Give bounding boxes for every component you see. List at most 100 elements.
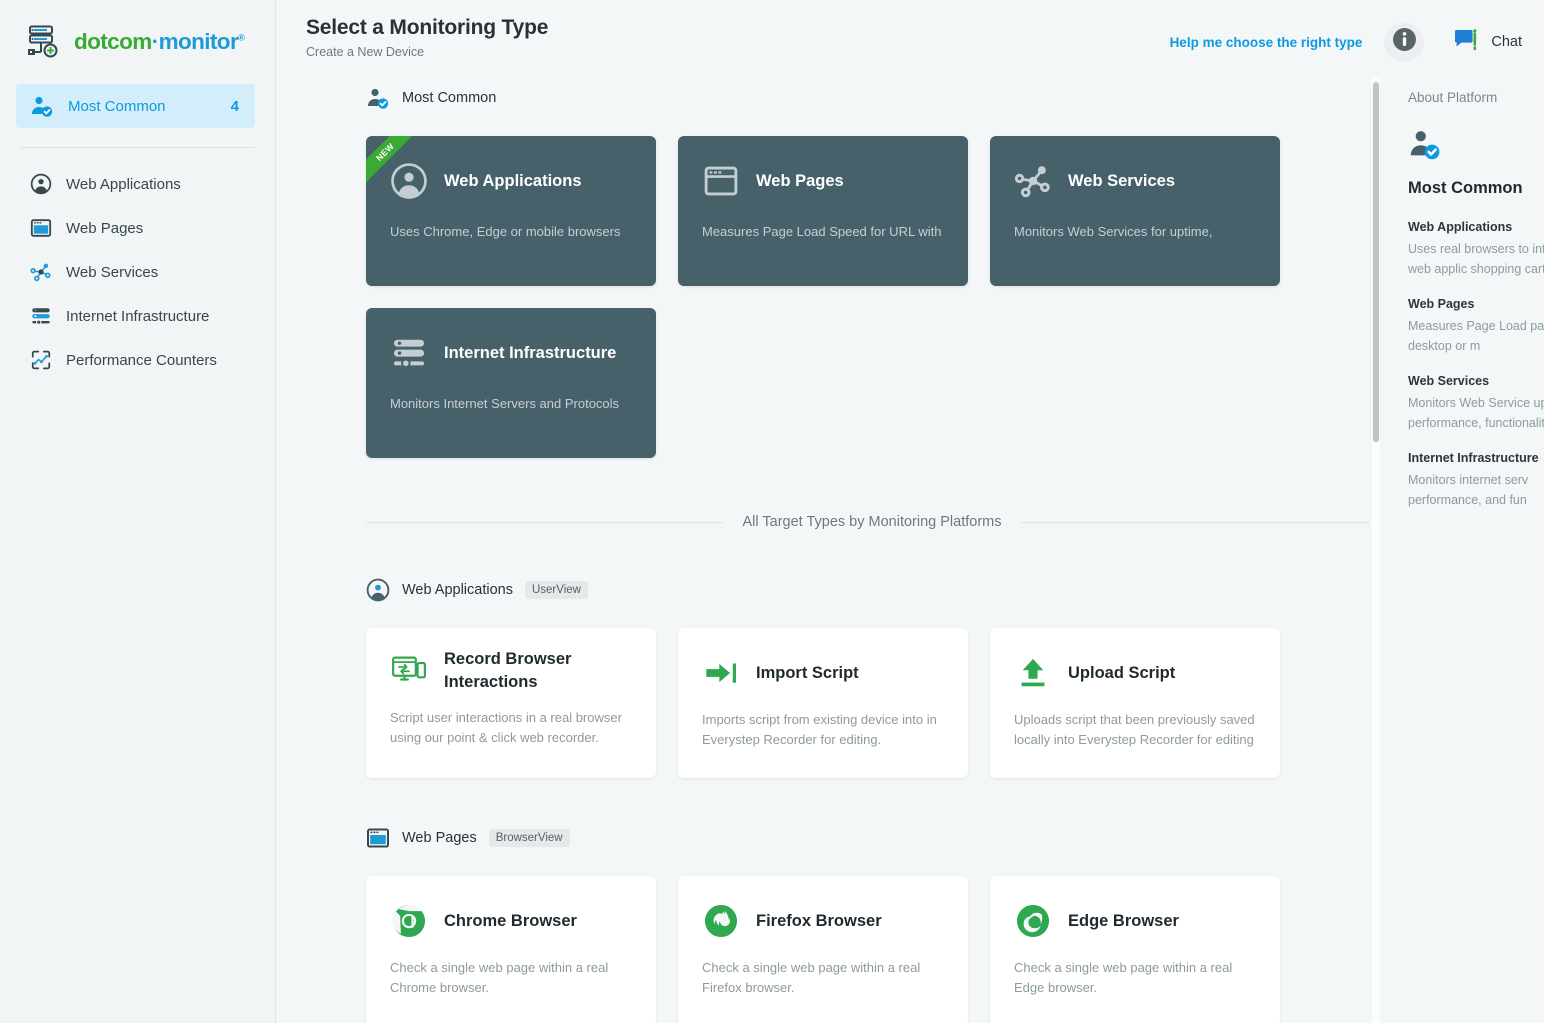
about-panel-item: Internet Infrastructure Monitors interne…	[1408, 451, 1544, 510]
sidebar-item-internet-infrastructure[interactable]: Internet Infrastructure	[0, 294, 275, 338]
sidebar-item-web-applications[interactable]: Web Applications	[0, 162, 275, 206]
scrollbar-thumb[interactable]	[1373, 82, 1379, 442]
content-scroll-area: Most Common NEW	[276, 72, 1376, 1023]
server-rack-icon	[30, 305, 52, 327]
monitoring-type-card-web-pages[interactable]: Web Pages Measures Page Load Speed for U…	[678, 136, 968, 286]
sidebar-divider	[20, 147, 255, 148]
about-item-text: Monitors Web Service uptime, performance…	[1408, 394, 1544, 433]
target-type-card-import-script[interactable]: Import Script Imports script from existi…	[678, 628, 968, 778]
about-item-title: Web Applications	[1408, 220, 1544, 234]
app-root: dotcom·monitor® Most Common 4	[0, 0, 1544, 1023]
card-title: Firefox Browser	[756, 910, 882, 933]
main-content: Select a Monitoring Type Create a New De…	[276, 0, 1544, 1023]
sidebar-item-label: Web Applications	[66, 176, 181, 193]
sidebar-nav: Web Applications Web Pages	[0, 162, 275, 382]
brand-registered-mark: ®	[238, 33, 244, 43]
about-panel-heading: Most Common	[1408, 179, 1544, 198]
section-header-web-pages: Web Pages BrowserView	[276, 822, 1376, 854]
card-title: Web Services	[1068, 172, 1175, 191]
chat-bubble-icon	[1454, 29, 1480, 56]
card-title: Chrome Browser	[444, 910, 577, 933]
header-actions: Help me choose the right type	[1170, 22, 1522, 62]
sidebar-item-web-services[interactable]: Web Services	[0, 250, 275, 294]
network-nodes-icon	[1014, 162, 1052, 200]
about-panel-item: Web Applications Uses real browsers to i…	[1408, 220, 1544, 279]
chrome-icon	[390, 902, 428, 940]
about-item-text: Uses real browsers to interactive web ap…	[1408, 240, 1544, 279]
info-button[interactable]	[1384, 22, 1424, 62]
about-item-text: Monitors internet serv performance, and …	[1408, 471, 1544, 510]
import-arrow-icon	[702, 654, 740, 692]
brand-name-part1: dotcom	[74, 29, 152, 54]
content-scrollbar[interactable]	[1370, 78, 1380, 1023]
info-icon	[1392, 27, 1417, 57]
target-type-card-chrome-browser[interactable]: Chrome Browser Check a single web page w…	[366, 876, 656, 1023]
card-title: Record Browser Interactions	[444, 648, 624, 694]
target-type-card-edge-browser[interactable]: Edge Browser Check a single web page wit…	[990, 876, 1280, 1023]
card-description: Script user interactions in a real brows…	[366, 694, 656, 748]
upload-arrow-icon	[1014, 654, 1052, 692]
sidebar-item-label: Performance Counters	[66, 352, 217, 369]
about-item-title: Web Services	[1408, 374, 1544, 388]
section-header-web-applications: Web Applications UserView	[276, 574, 1376, 606]
section-divider: All Target Types by Monitoring Platforms	[276, 514, 1376, 530]
chat-button[interactable]: Chat	[1454, 29, 1522, 56]
firefox-icon	[702, 902, 740, 940]
user-circle-icon	[366, 578, 390, 602]
sidebar-item-label: Internet Infrastructure	[66, 308, 209, 325]
sidebar-item-label: Web Services	[66, 264, 158, 281]
card-description: Check a single web page within a real Fi…	[678, 940, 968, 998]
browser-window-icon	[366, 826, 390, 850]
brand-name: dotcom·monitor®	[74, 29, 244, 55]
card-description: Check a single web page within a real Ed…	[990, 940, 1280, 998]
divider-line-right	[1021, 522, 1376, 523]
user-check-icon	[30, 94, 54, 118]
brand-name-part2: monitor	[159, 29, 239, 54]
left-sidebar: dotcom·monitor® Most Common 4	[0, 0, 276, 1023]
card-description: Imports script from existing device into…	[678, 692, 968, 750]
browser-window-icon	[702, 162, 740, 200]
sidebar-item-performance-counters[interactable]: Performance Counters	[0, 338, 275, 382]
user-check-icon	[366, 86, 390, 110]
browser-window-icon	[30, 217, 52, 239]
sidebar-item-web-pages[interactable]: Web Pages	[0, 206, 275, 250]
monitoring-type-card-web-applications[interactable]: NEW Web Applications Uses C	[366, 136, 656, 286]
section-header-most-common: Most Common	[276, 82, 1376, 114]
target-type-card-record-browser-interactions[interactable]: Record Browser Interactions Script user …	[366, 628, 656, 778]
about-panel-item: Web Services Monitors Web Service uptime…	[1408, 374, 1544, 433]
about-item-title: Web Pages	[1408, 297, 1544, 311]
page-subtitle: Create a New Device	[306, 45, 548, 59]
sidebar-item-count: 4	[231, 98, 239, 115]
card-description: Uploads script that been previously save…	[990, 692, 1280, 750]
about-panel-title: About Platform	[1408, 90, 1544, 105]
platform-tag: UserView	[525, 581, 588, 599]
platform-section-web-applications: Web Applications UserView	[276, 574, 1376, 778]
page-header: Select a Monitoring Type Create a New De…	[276, 0, 1544, 72]
sidebar-item-most-common[interactable]: Most Common 4	[16, 84, 255, 128]
target-type-card-upload-script[interactable]: Upload Script Uploads script that been p…	[990, 628, 1280, 778]
about-item-text: Measures Page Load pages in desktop or m	[1408, 317, 1544, 356]
section-title: Web Pages	[402, 830, 477, 846]
card-title: Internet Infrastructure	[444, 344, 616, 363]
brand-separator: ·	[152, 29, 159, 54]
divider-line-left	[366, 522, 723, 523]
server-add-icon	[26, 25, 62, 59]
sidebar-item-label: Web Pages	[66, 220, 143, 237]
user-circle-icon	[390, 162, 428, 200]
platform-tag: BrowserView	[489, 829, 570, 847]
server-rack-icon	[390, 334, 428, 372]
card-title: Edge Browser	[1068, 910, 1179, 933]
brand-logo[interactable]: dotcom·monitor®	[0, 0, 275, 62]
about-platform-panel: About Platform Most Common Web Applicati…	[1380, 72, 1544, 1023]
card-description: Uses Chrome, Edge or mobile browsers to …	[366, 200, 656, 244]
monitoring-type-card-web-services[interactable]: Web Services Monitors Web Services for u…	[990, 136, 1280, 286]
about-panel-item: Web Pages Measures Page Load pages in de…	[1408, 297, 1544, 356]
monitoring-type-card-internet-infrastructure[interactable]: Internet Infrastructure Monitors Interne…	[366, 308, 656, 458]
target-type-card-firefox-browser[interactable]: Firefox Browser Check a single web page …	[678, 876, 968, 1023]
help-choose-type-link[interactable]: Help me choose the right type	[1170, 35, 1363, 50]
user-circle-icon	[30, 173, 52, 195]
edge-icon	[1014, 902, 1052, 940]
card-title: Web Applications	[444, 172, 582, 191]
page-title-block: Select a Monitoring Type Create a New De…	[276, 16, 548, 59]
card-description: Monitors Internet Servers and Protocols …	[366, 372, 656, 416]
